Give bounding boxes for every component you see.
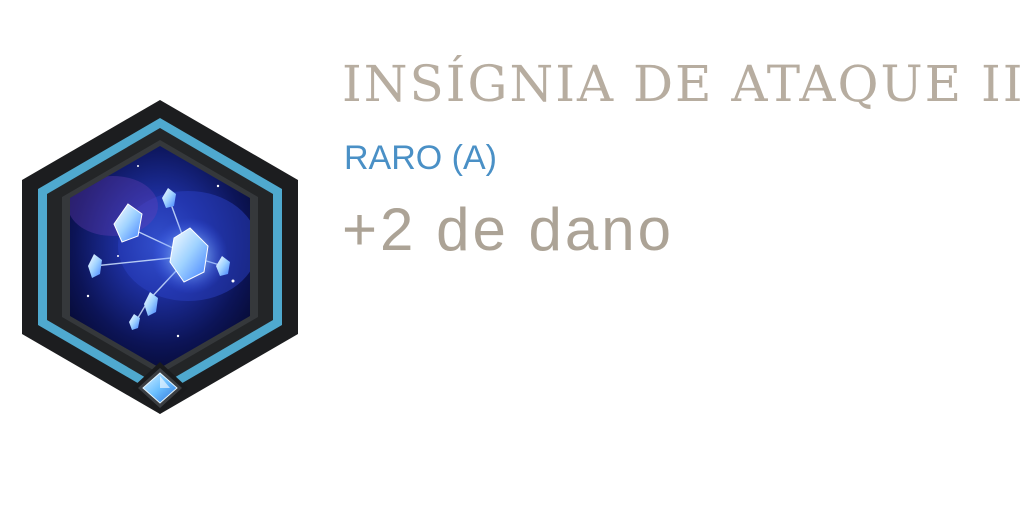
item-effect: +2 de dano [342, 196, 674, 263]
item-name: INSÍGNIA DE ATAQUE II [342, 55, 1024, 113]
insignia-icon [22, 100, 298, 414]
insignia-badge [18, 96, 302, 418]
item-rarity: RARO (A) [344, 139, 497, 177]
